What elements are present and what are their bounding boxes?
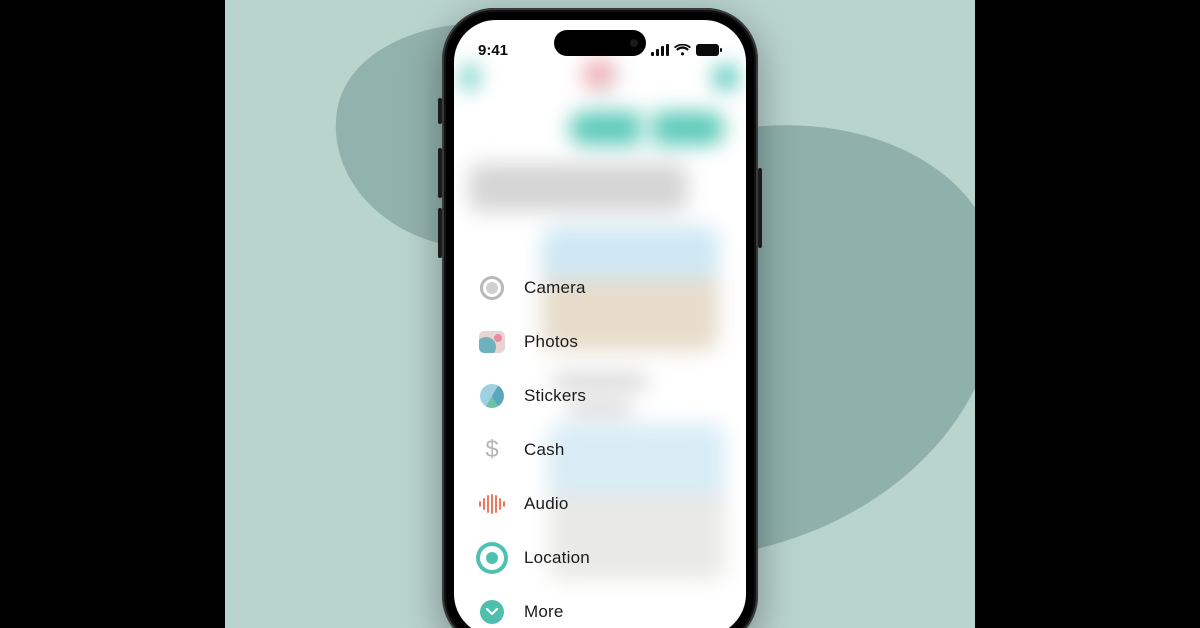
back-button-blurred xyxy=(463,66,478,89)
mute-switch xyxy=(438,98,442,124)
phone-frame: 9:41 xyxy=(442,8,758,628)
attachment-menu: Camera Photos Stickers $ Cash xyxy=(472,262,636,628)
dynamic-island xyxy=(554,30,646,56)
chevron-down-icon xyxy=(486,608,498,616)
menu-item-location[interactable]: Location xyxy=(472,532,636,584)
camera-icon xyxy=(478,274,506,302)
menu-item-label: Cash xyxy=(524,440,565,460)
power-button xyxy=(758,168,762,248)
menu-item-audio[interactable]: Audio xyxy=(472,478,636,530)
menu-item-camera[interactable]: Camera xyxy=(472,262,636,314)
cash-icon: $ xyxy=(478,436,506,464)
location-icon xyxy=(478,544,506,572)
stickers-icon xyxy=(478,382,506,410)
stage: 9:41 xyxy=(0,0,1200,628)
menu-item-label: Location xyxy=(524,548,590,568)
menu-item-label: Audio xyxy=(524,494,568,514)
menu-item-cash[interactable]: $ Cash xyxy=(472,424,636,476)
menu-item-more[interactable]: More xyxy=(472,586,636,628)
chip-blurred xyxy=(569,112,725,145)
compose-button-blurred xyxy=(714,66,737,89)
backdrop-panel: 9:41 xyxy=(225,0,975,628)
photos-icon xyxy=(478,328,506,356)
menu-item-label: Photos xyxy=(524,332,578,352)
status-indicators xyxy=(651,44,722,56)
phone-screen: 9:41 xyxy=(454,20,746,628)
battery-icon xyxy=(696,44,722,56)
menu-item-label: Stickers xyxy=(524,386,586,406)
menu-item-label: Camera xyxy=(524,278,586,298)
menu-item-photos[interactable]: Photos xyxy=(472,316,636,368)
volume-down-button xyxy=(438,208,442,258)
menu-item-label: More xyxy=(524,602,564,622)
message-blurred xyxy=(469,164,687,212)
menu-item-stickers[interactable]: Stickers xyxy=(472,370,636,422)
wifi-icon xyxy=(674,44,691,56)
status-time: 9:41 xyxy=(478,42,508,59)
more-icon xyxy=(478,598,506,626)
audio-icon xyxy=(478,490,506,518)
cellular-icon xyxy=(651,44,669,56)
volume-up-button xyxy=(438,148,442,198)
